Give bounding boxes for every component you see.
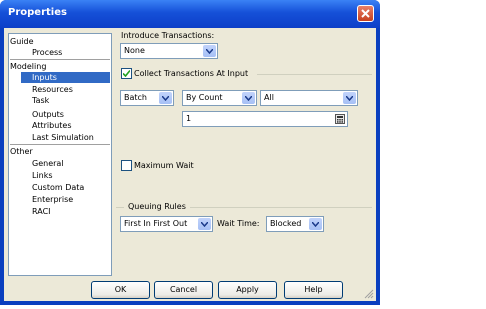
close-button[interactable]: [357, 5, 374, 22]
wait-time-value: Blocked: [270, 219, 302, 228]
close-icon: [361, 9, 370, 18]
maximum-wait-checkbox[interactable]: [121, 160, 132, 171]
section-divider: [257, 74, 372, 75]
batch-value: Batch: [124, 93, 147, 102]
wait-time-label: Wait Time:: [217, 219, 260, 228]
tree-item-custom-data[interactable]: Custom Data: [21, 182, 110, 193]
calculator-icon[interactable]: [335, 114, 345, 124]
queuing-rule-value: First In First Out: [124, 219, 188, 228]
ok-button[interactable]: OK: [91, 281, 150, 299]
tree-item-process[interactable]: Process: [21, 47, 110, 58]
batch-count-input[interactable]: 1: [182, 111, 348, 127]
title-bar[interactable]: Properties: [0, 0, 380, 28]
dropdown-arrow-icon: [242, 92, 255, 104]
help-button[interactable]: Help: [284, 281, 343, 299]
tree-group-other[interactable]: Other: [10, 146, 110, 157]
introduce-transactions-select[interactable]: None: [120, 43, 218, 59]
batch-by-value: By Count: [186, 93, 223, 102]
tree-item-last-simulation[interactable]: Last Simulation: [21, 132, 110, 143]
batch-scope-value: All: [264, 93, 274, 102]
wait-time-select[interactable]: Blocked: [266, 216, 324, 232]
tree-item-outputs[interactable]: Outputs: [21, 109, 110, 120]
section-divider: [190, 207, 372, 208]
collect-transactions-checkbox[interactable]: [121, 68, 132, 79]
apply-button[interactable]: Apply: [218, 281, 277, 299]
window-title: Properties: [8, 7, 67, 18]
checkmark-icon: [123, 70, 130, 77]
nav-tree: Guide Process Modeling Inputs Resources …: [8, 33, 112, 276]
dropdown-arrow-icon: [309, 218, 322, 230]
tree-item-attributes[interactable]: Attributes: [21, 120, 110, 131]
dropdown-arrow-icon: [159, 92, 172, 104]
tree-item-enterprise[interactable]: Enterprise: [21, 194, 110, 205]
batch-by-select[interactable]: By Count: [182, 90, 257, 106]
dropdown-arrow-icon: [203, 45, 216, 57]
batch-scope-select[interactable]: All: [260, 90, 358, 106]
section-divider: [116, 207, 124, 208]
tree-separator: [10, 144, 110, 145]
properties-window: Properties Guide Process Modeling Inputs…: [0, 0, 380, 305]
queuing-rule-select[interactable]: First In First Out: [120, 216, 213, 232]
tree-group-modeling[interactable]: Modeling: [10, 61, 110, 72]
collect-transactions-label[interactable]: Collect Transactions At Input: [134, 69, 248, 78]
tree-item-general[interactable]: General: [21, 158, 110, 169]
tree-item-raci[interactable]: RACI: [21, 206, 110, 217]
queuing-rules-title: Queuing Rules: [128, 202, 186, 211]
cancel-button[interactable]: Cancel: [154, 281, 213, 299]
maximum-wait-label[interactable]: Maximum Wait: [134, 161, 194, 170]
tree-item-resources[interactable]: Resources: [21, 84, 110, 95]
tree-item-task[interactable]: Task: [21, 95, 110, 106]
introduce-transactions-value: None: [124, 46, 145, 55]
dropdown-arrow-icon: [198, 218, 211, 230]
batch-count-value: 1: [186, 114, 192, 123]
batch-select[interactable]: Batch: [120, 90, 174, 106]
dropdown-arrow-icon: [343, 92, 356, 104]
introduce-transactions-label: Introduce Transactions:: [121, 31, 215, 40]
tree-item-links[interactable]: Links: [21, 170, 110, 181]
tree-group-guide[interactable]: Guide: [10, 36, 110, 47]
tree-separator: [10, 59, 110, 60]
tree-item-inputs[interactable]: Inputs: [21, 72, 110, 83]
resize-grip-icon[interactable]: [364, 289, 374, 299]
dialog-client: Guide Process Modeling Inputs Resources …: [4, 28, 376, 301]
